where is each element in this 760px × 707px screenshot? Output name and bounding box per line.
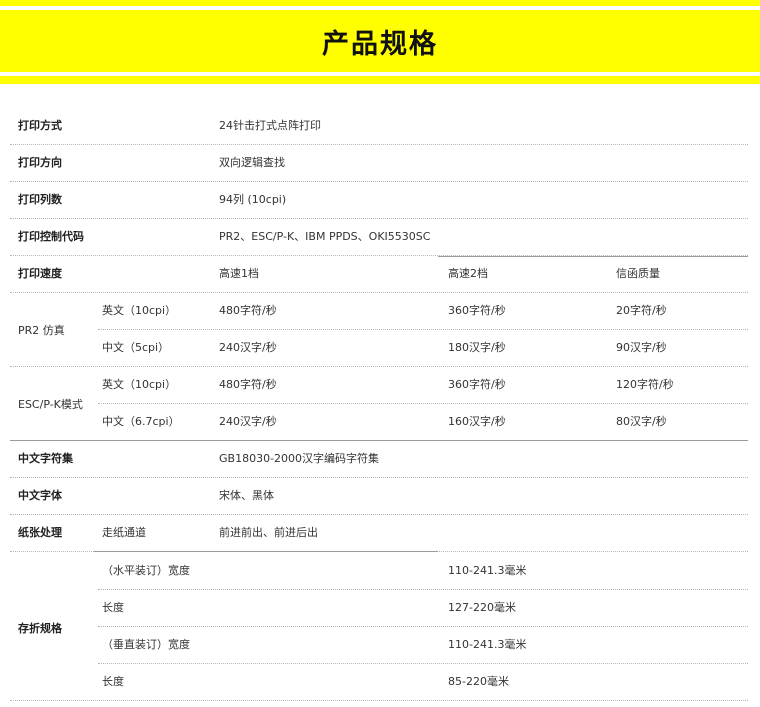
fanfold-rule xyxy=(98,663,748,664)
fanfold-row-label: （水平装订）宽度 xyxy=(102,564,190,577)
banner-top-stripe xyxy=(0,0,760,6)
spec-label: 打印方式 xyxy=(18,119,62,132)
spec-label: 打印速度 xyxy=(18,267,62,280)
spec-label: 中文字体 xyxy=(18,489,62,502)
speed-value: 240汉字/秒 xyxy=(219,341,277,354)
spec-row-control-codes: 打印控制代码 PR2、ESC/P-K、IBM PPDS、OKI5530SC xyxy=(10,219,748,256)
title-banner: 产品规格 xyxy=(0,10,760,72)
group-label-fanfold: 存折规格 xyxy=(18,622,62,635)
spec-value: 24针击打式点阵打印 xyxy=(219,119,321,132)
fanfold-row-label: （垂直装订）宽度 xyxy=(102,638,190,651)
spec-row-print-columns: 打印列数 94列 (10cpi) xyxy=(10,182,748,219)
speed-value: 90汉字/秒 xyxy=(616,341,667,354)
page-title: 产品规格 xyxy=(322,28,438,60)
fanfold-value: 110-241.3毫米 xyxy=(448,564,527,577)
pr2-inner-rule xyxy=(98,329,748,330)
speed-value: 180汉字/秒 xyxy=(448,341,506,354)
fanfold-row-label: 长度 xyxy=(102,675,124,688)
speed-header-col2: 高速2档 xyxy=(448,267,488,280)
spec-label: 中文字符集 xyxy=(18,452,73,465)
fanfold-rule xyxy=(98,626,748,627)
spec-sub-label: 走纸通道 xyxy=(102,526,146,539)
speed-row-label: 英文（10cpi） xyxy=(102,378,177,391)
spec-row-print-direction: 打印方向 双向逻辑查找 xyxy=(10,145,748,182)
speed-value: 360字符/秒 xyxy=(448,304,506,317)
spec-label: 纸张处理 xyxy=(18,526,62,539)
escpk-inner-rule xyxy=(98,403,748,404)
fanfold-value: 127-220毫米 xyxy=(448,601,516,614)
speed-value: 360字符/秒 xyxy=(448,378,506,391)
spec-row-charset: 中文字符集 GB18030-2000汉字编码字符集 xyxy=(10,441,748,478)
spec-row-paper: 纸张处理 走纸通道 前进前出、前进后出 xyxy=(10,515,748,552)
spec-label: 打印控制代码 xyxy=(18,230,84,243)
spec-value: 前进前出、前进后出 xyxy=(219,526,318,539)
spec-value: 宋体、黑体 xyxy=(219,489,274,502)
pr2-group-rule xyxy=(10,366,748,367)
group-label-escpk: ESC/P-K模式 xyxy=(18,398,83,411)
speed-value: 240汉字/秒 xyxy=(219,415,277,428)
group-label-pr2: PR2 仿真 xyxy=(18,324,65,337)
paper-rule xyxy=(94,551,438,552)
speed-value: 480字符/秒 xyxy=(219,304,277,317)
spec-value: 双向逻辑查找 xyxy=(219,156,285,169)
spec-label: 打印方向 xyxy=(18,156,62,169)
fanfold-value: 110-241.3毫米 xyxy=(448,638,527,651)
speed-row-label: 英文（10cpi） xyxy=(102,304,177,317)
speed-row-label: 中文（5cpi） xyxy=(102,341,170,354)
speed-value: 120字符/秒 xyxy=(616,378,674,391)
spec-value: PR2、ESC/P-K、IBM PPDS、OKI5530SC xyxy=(219,230,431,243)
spec-row-font: 中文字体 宋体、黑体 xyxy=(10,478,748,515)
speed-value: 80汉字/秒 xyxy=(616,415,667,428)
fanfold-row-label: 长度 xyxy=(102,601,124,614)
banner-bottom-stripe xyxy=(0,76,760,84)
fanfold-value: 85-220毫米 xyxy=(448,675,509,688)
speed-value: 160汉字/秒 xyxy=(448,415,506,428)
table-end-rule xyxy=(10,700,748,701)
speed-header-col3: 信函质量 xyxy=(616,267,660,280)
speed-header-col1: 高速1档 xyxy=(219,267,259,280)
speed-header-rule xyxy=(438,256,748,257)
spec-label: 打印列数 xyxy=(18,193,62,206)
spec-row-print-speed-header: 打印速度 高速1档 高速2档 信函质量 xyxy=(10,256,748,293)
speed-value: 20字符/秒 xyxy=(616,304,667,317)
spec-row-print-method: 打印方式 24针击打式点阵打印 xyxy=(10,108,748,145)
speed-value: 480字符/秒 xyxy=(219,378,277,391)
fanfold-rule xyxy=(98,589,748,590)
spec-value: 94列 (10cpi) xyxy=(219,193,287,206)
spec-value: GB18030-2000汉字编码字符集 xyxy=(219,452,380,465)
speed-row-label: 中文（6.7cpi） xyxy=(102,415,180,428)
